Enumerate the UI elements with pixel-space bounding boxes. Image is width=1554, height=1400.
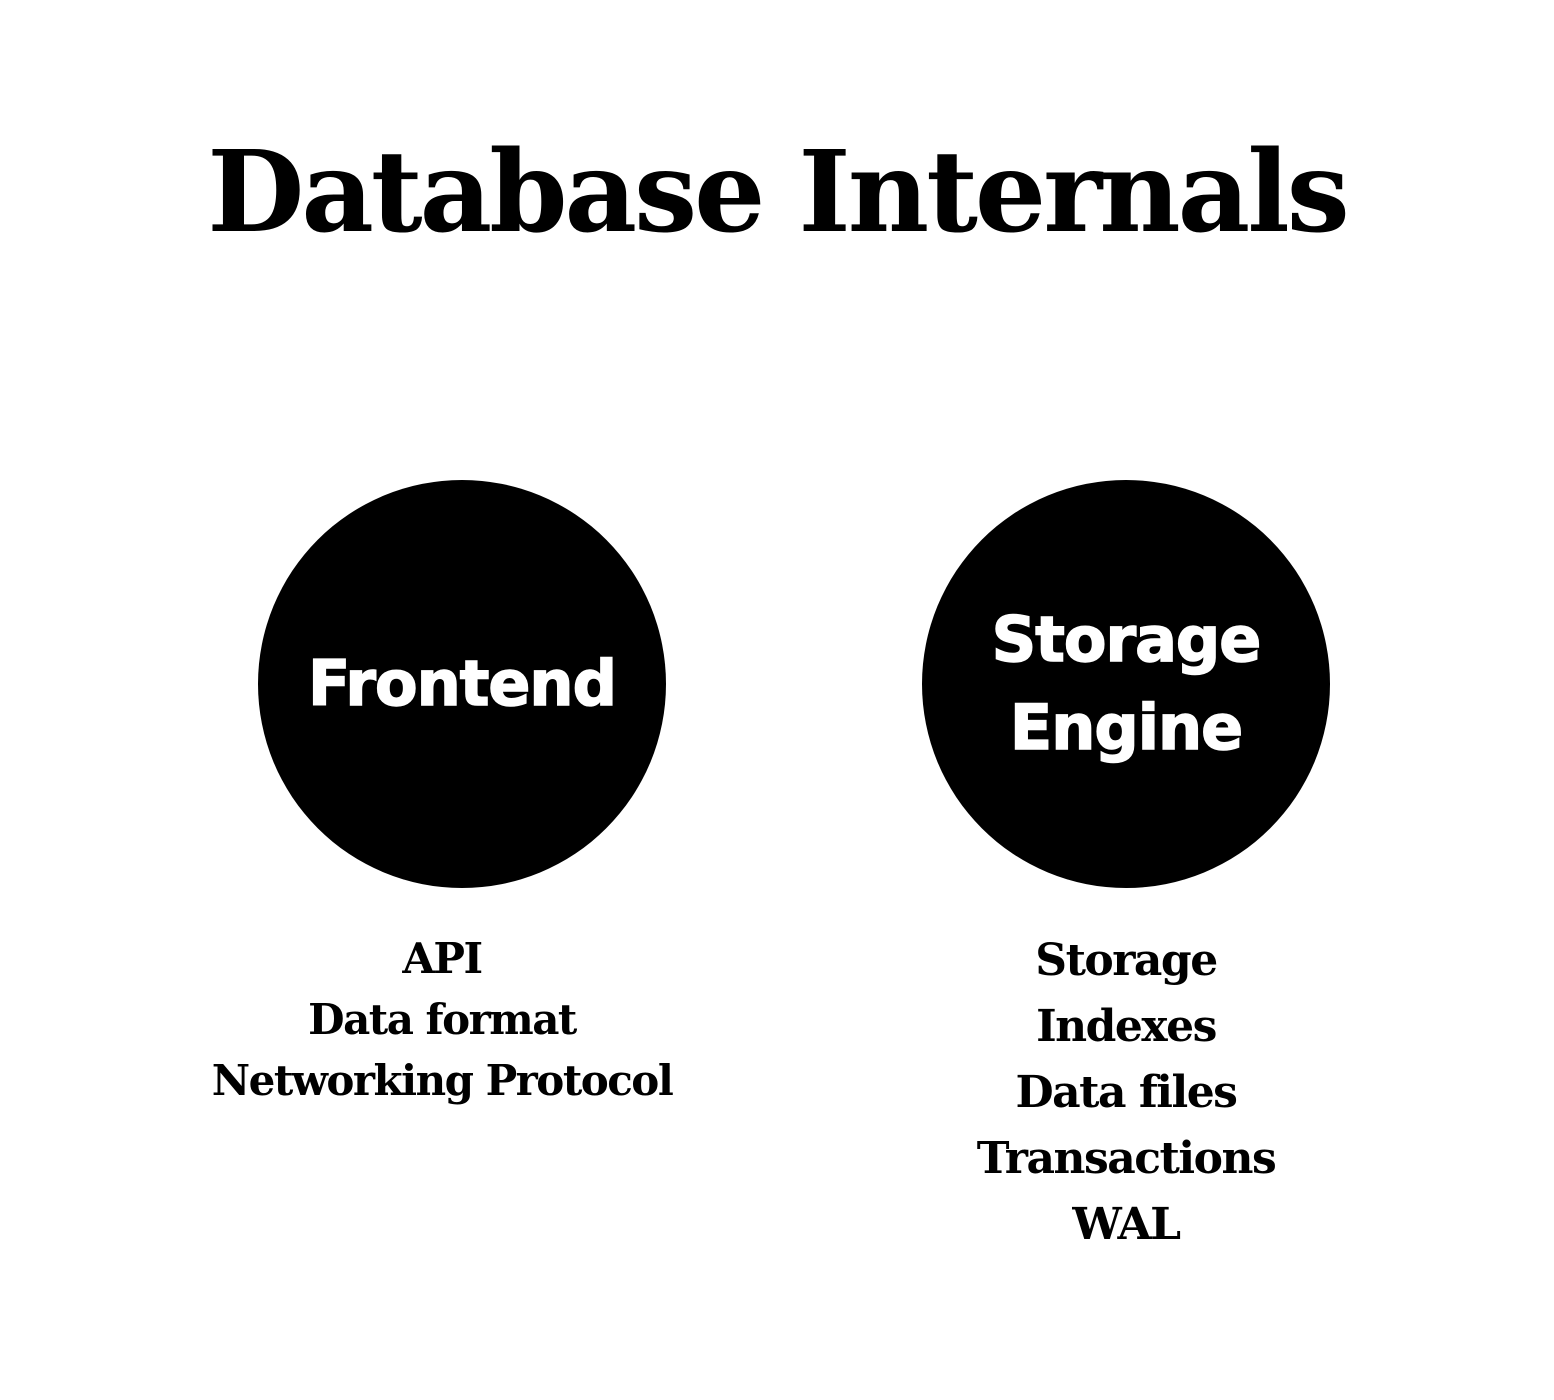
storage-engine-item-storage: Storage [1035,935,1218,986]
storage-engine-item-data-files: Data files [1015,1067,1238,1118]
storage-engine-circle: Storage Engine [922,480,1330,888]
storage-engine-label-line-2: Engine [1009,690,1244,765]
storage-engine-label-line-1: Storage [991,602,1262,677]
frontend-item-api: API [402,934,483,983]
frontend-item-networking-protocol: Networking Protocol [211,1056,674,1105]
storage-engine-item-indexes: Indexes [1036,1001,1217,1052]
frontend-circle: Frontend [258,480,666,888]
storage-engine-item-list: Storage Indexes Data files Transactions … [876,928,1376,1258]
diagram-title: Database Internals [207,127,1350,258]
frontend-item-list: API Data format Networking Protocol [192,928,692,1111]
storage-engine-item-transactions: Transactions [976,1133,1277,1184]
frontend-item-data-format: Data format [308,995,577,1044]
storage-engine-item-wal: WAL [1072,1199,1181,1250]
frontend-label: Frontend [307,646,617,721]
